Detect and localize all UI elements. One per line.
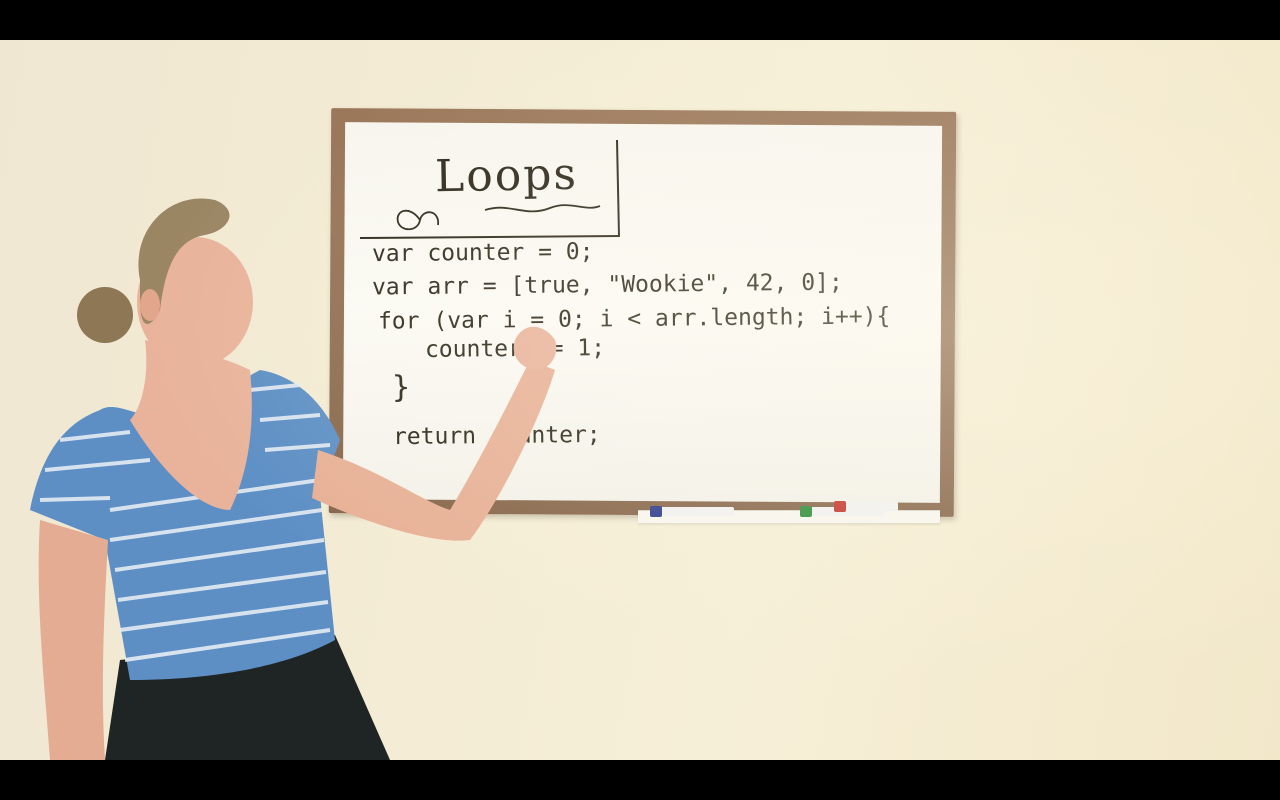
presenter (30, 198, 557, 760)
letterbox-top (0, 0, 1280, 40)
letterbox-bottom (0, 760, 1280, 800)
video-frame: Loops var counter = 0; var arr = [true, … (0, 40, 1280, 760)
